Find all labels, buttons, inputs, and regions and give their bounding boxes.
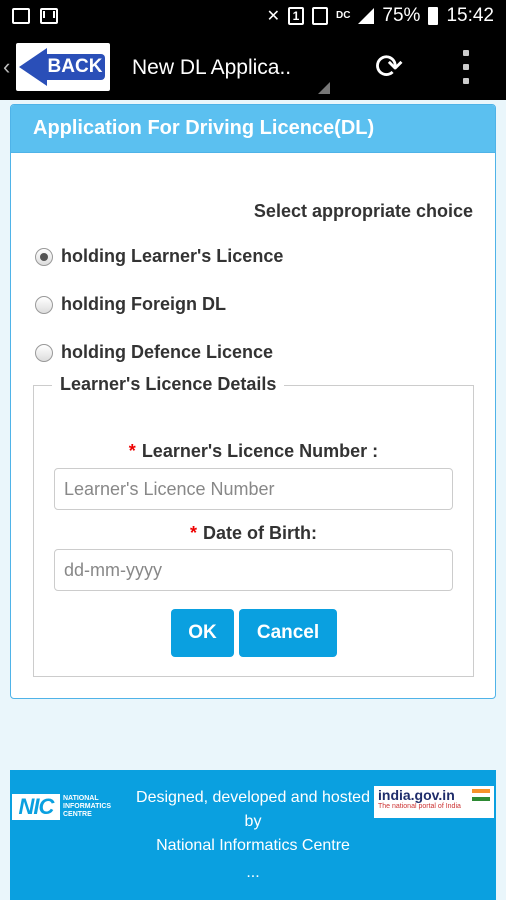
details-legend: Learner's Licence Details (52, 374, 285, 395)
ok-button[interactable]: OK (171, 609, 234, 657)
footer-line: Designed, developed and hosted (136, 789, 370, 806)
option-label: holding Defence Licence (61, 342, 274, 362)
footer-line: National Informatics Centre (156, 837, 350, 854)
back-arrow-icon: BACK (19, 48, 107, 86)
application-panel: Application For Driving Licence(DL) Sele… (10, 104, 496, 699)
page-title[interactable]: New DL Applica.. (132, 56, 291, 80)
required-mark: * (128, 441, 136, 461)
nic-logo-mark: NIC (12, 794, 60, 820)
ll-number-label-text: Learner's Licence Number : (141, 441, 379, 461)
status-bar: ✕ 1 DC 75% 15:42 (0, 0, 506, 34)
radio-learners-licence[interactable] (35, 247, 53, 266)
overflow-menu-icon[interactable] (455, 50, 477, 84)
up-chevron-icon: ‹ (3, 54, 11, 79)
mail-icon (40, 8, 58, 24)
signal-icon (358, 8, 375, 24)
clock: 15:42 (446, 5, 494, 26)
app-bar: ‹ BACK New DL Applica.. ⟳ (0, 34, 506, 100)
nic-logo: NIC NATIONAL INFORMATICS CENTRE (12, 792, 136, 822)
ll-number-input[interactable] (54, 468, 453, 510)
refresh-icon[interactable]: ⟳ (370, 48, 408, 86)
ll-number-label: * Learner's Licence Number : (34, 441, 473, 462)
data-icon (311, 7, 328, 25)
network-label: DC (335, 10, 351, 21)
option-label: holding Foreign DL (61, 294, 226, 314)
battery-percent: 75% (382, 5, 421, 26)
dob-label-text: Date of Birth: (203, 523, 317, 543)
radio-defence-licence[interactable] (35, 343, 53, 362)
dob-input[interactable] (54, 549, 453, 591)
sim-icon: 1 (287, 7, 304, 25)
panel-title: Application For Driving Licence(DL) (11, 105, 495, 153)
battery-icon (428, 7, 439, 25)
footer-credit: Designed, developed and hosted by Nation… (122, 786, 384, 858)
footer: NIC NATIONAL INFORMATICS CENTRE Designed… (10, 770, 496, 900)
india-gov-tagline: The national portal of India (378, 803, 461, 810)
option-defence-licence[interactable]: holding Defence Licence (35, 342, 273, 363)
mute-icon: ✕ (266, 8, 280, 25)
select-choice-label: Select appropriate choice (253, 201, 473, 221)
gallery-icon (12, 8, 30, 24)
learners-licence-details: Learner's Licence Details * Learner's Lic… (33, 374, 474, 677)
option-label: holding Learner's Licence (61, 246, 284, 266)
option-learners-licence[interactable]: holding Learner's Licence (35, 246, 283, 267)
india-flag-icon (472, 789, 490, 801)
back-label: BACK (45, 54, 105, 80)
cancel-button[interactable]: Cancel (239, 609, 337, 657)
footer-more: ... (246, 864, 260, 881)
nic-logo-text: NATIONAL INFORMATICS CENTRE (63, 795, 112, 818)
radio-foreign-dl[interactable] (35, 295, 53, 314)
back-button[interactable]: BACK (16, 43, 110, 91)
spinner-indicator (318, 82, 330, 94)
footer-line: by (244, 813, 262, 830)
india-gov-logo[interactable]: india.gov.in The national portal of Indi… (374, 786, 494, 818)
option-foreign-dl[interactable]: holding Foreign DL (35, 294, 226, 315)
required-mark: * (189, 523, 197, 543)
dob-label: * Date of Birth: (34, 523, 473, 544)
